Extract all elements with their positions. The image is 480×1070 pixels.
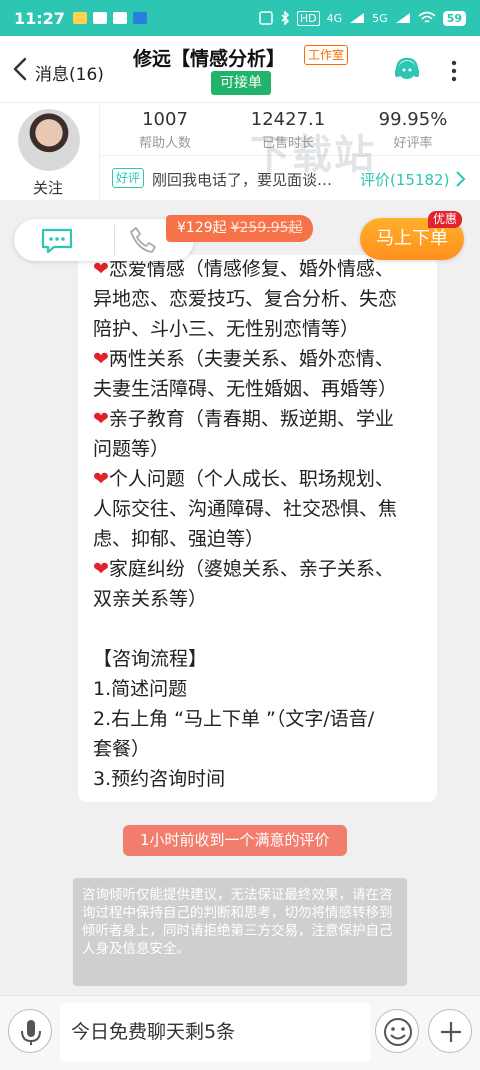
- heart-icon: ❤: [93, 348, 109, 370]
- nfc-icon: [259, 11, 273, 25]
- message-line: ❤亲子教育（青春期、叛逆期、学业: [93, 404, 429, 434]
- chat-icon[interactable]: [40, 227, 74, 255]
- message-line-text: 恋爱情感（情感修复、婚外情感、: [108, 258, 394, 280]
- message-line: 双亲关系等）: [93, 584, 429, 614]
- back-arrow-icon[interactable]: [10, 56, 32, 82]
- message-line-text: 两性关系（夫妻关系、婚外恋情、: [108, 348, 394, 370]
- message-line: ❤两性关系（夫妻关系、婚外恋情、: [93, 344, 429, 374]
- status-time: 11:27: [14, 8, 65, 28]
- discount-badge: 优惠: [428, 211, 463, 228]
- message-line-text: 双亲关系等）: [93, 588, 208, 610]
- message-line: 异地恋、恋爱技巧、复合分析、失恋: [93, 284, 429, 314]
- notification-icons: [72, 12, 147, 24]
- back-button-label[interactable]: 消息(16): [35, 60, 104, 85]
- watermark: 下载站: [250, 132, 376, 178]
- message-line: 人际交往、沟通障碍、社交恐惧、焦: [93, 494, 429, 524]
- network-4g: 4G: [326, 11, 343, 25]
- app-notification-icon: [132, 12, 147, 24]
- plus-icon: [441, 1022, 461, 1042]
- message-bubble: ❤恋爱情感（情感修复、婚外情感、 异地恋、恋爱技巧、复合分析、失恋 陪护、斗小三、无…: [78, 255, 437, 802]
- message-line-text: 个人问题（个人成长、职场规划、: [108, 468, 394, 490]
- phone-icon[interactable]: [128, 225, 158, 255]
- studio-badge: 工作室: [304, 45, 349, 65]
- divider: [114, 225, 115, 255]
- app-notification-icon: [92, 12, 107, 24]
- message-line: 套餐）: [93, 734, 429, 764]
- microphone-icon: [21, 1020, 41, 1045]
- chat-header: 消息(16) 修远【情感分析】 工作室 可接单: [0, 36, 480, 102]
- message-line: 2.右上角 “马上下单 ”（文字/语音/: [93, 704, 429, 734]
- message-line: 【咨询流程】: [93, 644, 429, 674]
- divider: [99, 103, 100, 201]
- page-title: 修远【情感分析】: [133, 48, 286, 70]
- message-line-text: 人际交往、沟通障碍、社交恐惧、焦: [93, 498, 398, 520]
- message-line-text: 问题等）: [93, 438, 170, 460]
- message-line: [93, 614, 429, 644]
- voice-button[interactable]: [8, 1009, 52, 1053]
- message-line-text: 套餐）: [93, 738, 151, 760]
- original-price: ¥259.95起: [230, 220, 303, 236]
- message-line: 问题等）: [93, 434, 429, 464]
- avatar[interactable]: [18, 109, 80, 171]
- price: ¥129起: [177, 220, 227, 236]
- network-5g: 5G: [372, 11, 388, 25]
- battery-indicator: 59: [442, 10, 466, 26]
- emoji-button[interactable]: [375, 1009, 419, 1053]
- accept-order-badge: 可接单: [211, 71, 271, 95]
- consultant-profile: 关注 1007 帮助人数 12427.1 已售时长 99.95% 好评率 好评 …: [0, 102, 480, 201]
- more-icon[interactable]: [447, 58, 461, 84]
- heart-icon: ❤: [93, 258, 109, 280]
- more-options-button[interactable]: [428, 1009, 472, 1053]
- message-line-text: 异地恋、恋爱技巧、复合分析、失恋: [93, 288, 398, 310]
- hd-indicator: HD: [296, 10, 320, 26]
- message-line-text: 夫妻生活障碍、无性婚姻、再婚等）: [93, 378, 398, 400]
- message-input[interactable]: 今日免费聊天剩5条: [60, 1003, 370, 1062]
- message-line-text: 1.简述问题: [93, 678, 188, 700]
- stat-help-count: 1007 帮助人数: [110, 109, 220, 151]
- stat-value: 1007: [142, 109, 188, 130]
- message-line-text: 【咨询流程】: [93, 648, 208, 670]
- message-line-text: 虑、抑郁、强迫等）: [93, 528, 265, 550]
- review-notice: 1小时前收到一个满意的评价: [123, 825, 347, 856]
- message-text: ❤恋爱情感（情感修复、婚外情感、 异地恋、恋爱技巧、复合分析、失恋 陪护、斗小三、无…: [93, 255, 429, 794]
- message-line-text: 陪护、斗小三、无性别恋情等）: [93, 318, 360, 340]
- follow-button[interactable]: 关注: [33, 177, 63, 198]
- message-line: 1.简述问题: [93, 674, 429, 704]
- heart-icon: ❤: [93, 408, 109, 430]
- message-line: ❤家庭纠纷（婆媳关系、亲子关系、: [93, 554, 429, 584]
- message-line: 3.预约咨询时间: [93, 764, 429, 794]
- app-notification-icon: [112, 12, 127, 24]
- system-status: HD 4G 5G 59: [259, 10, 466, 26]
- review-tag: 好评: [112, 168, 145, 188]
- message-line-text: 家庭纠纷（婆媳关系、亲子关系、: [108, 558, 394, 580]
- disclaimer-text: 咨询倾听仅能提供建议，无法保证最终效果，请在咨询过程中保持自己的判断和思考，切勿…: [73, 878, 407, 986]
- message-line-text: 亲子教育（青春期、叛逆期、学业: [108, 408, 394, 430]
- wifi-icon: [418, 11, 436, 23]
- customer-service-icon[interactable]: [393, 56, 421, 84]
- message-line: 虑、抑郁、强迫等）: [93, 524, 429, 554]
- message-line-text: 3.预约咨询时间: [93, 768, 226, 790]
- heart-icon: ❤: [93, 468, 109, 490]
- emoji-icon: [384, 1018, 412, 1046]
- heart-icon: ❤: [93, 558, 109, 580]
- message-line: 夫妻生活障碍、无性婚姻、再婚等）: [93, 374, 429, 404]
- price-tag: ¥129起 ¥259.95起: [166, 215, 313, 242]
- stat-label: 帮助人数: [138, 136, 191, 151]
- app-notification-icon: [72, 12, 87, 24]
- status-bar: 11:27 HD 4G 5G 59: [0, 0, 480, 36]
- message-line: 陪护、斗小三、无性别恋情等）: [93, 314, 429, 344]
- signal-icon: [350, 13, 365, 23]
- signal-icon: [395, 13, 410, 23]
- chevron-right-icon[interactable]: [454, 170, 466, 188]
- message-line-text: 2.右上角 “马上下单 ”（文字/语音/: [93, 708, 375, 730]
- message-line: ❤个人问题（个人成长、职场规划、: [93, 464, 429, 494]
- bluetooth-icon: [281, 11, 289, 25]
- input-bar: 今日免费聊天剩5条: [0, 995, 480, 1070]
